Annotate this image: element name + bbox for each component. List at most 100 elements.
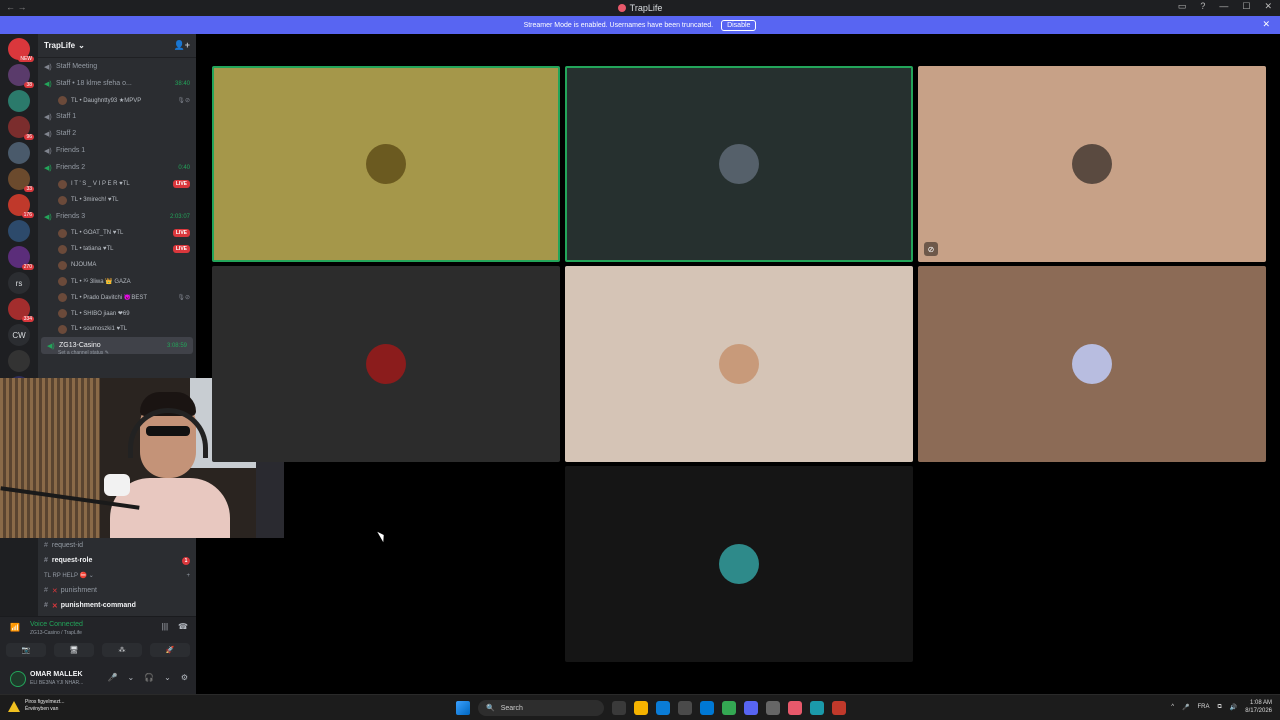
taskbar-app-icon[interactable]: [656, 701, 670, 715]
tray-mic-icon[interactable]: 🎤: [1182, 704, 1189, 711]
text-channel[interactable]: # request-id: [38, 538, 196, 553]
voice-channel[interactable]: ◀) Staff Meeting: [38, 58, 196, 75]
windows-start-icon[interactable]: [456, 701, 470, 715]
taskbar-search-box[interactable]: 🔍 Search: [478, 700, 604, 716]
voice-channel[interactable]: ◀) Staff 2: [38, 125, 196, 142]
voice-user[interactable]: TL • Daughntty93 ★MPVP 🎙⊘: [38, 92, 196, 108]
taskbar-app-icon[interactable]: [788, 701, 802, 715]
participant-tile[interactable]: [918, 266, 1266, 462]
participant-tile[interactable]: ⊘: [918, 66, 1266, 262]
server-icon[interactable]: CW: [8, 324, 30, 346]
maximize-button[interactable]: ☐: [1242, 1, 1250, 12]
voice-channel[interactable]: ◀) Friends 1: [38, 142, 196, 159]
close-window-button[interactable]: ✕: [1264, 1, 1272, 12]
mute-mic-icon[interactable]: 🎤: [107, 673, 117, 682]
server-name: TrapLife: [44, 41, 76, 50]
taskbar-app-icon[interactable]: [766, 701, 780, 715]
voice-user[interactable]: TL • ¹ᴳ 3liwa 👑 GAZA: [38, 273, 196, 289]
participant-tile[interactable]: [565, 266, 913, 462]
taskbar-app-icon[interactable]: [678, 701, 692, 715]
channel-status-hint[interactable]: Set a channel status ✎: [38, 350, 196, 359]
voice-user[interactable]: TL • Prado Davitchi 😈BEST 🎙⊘: [38, 289, 196, 305]
soundboard-button[interactable]: 🚀: [150, 643, 190, 657]
taskbar-app-icon[interactable]: [612, 701, 626, 715]
signal-icon[interactable]: 📶: [10, 623, 20, 632]
mic-options-chevron-icon[interactable]: ⌄: [127, 673, 134, 682]
invite-people-icon[interactable]: 👤+: [174, 40, 190, 51]
help-icon[interactable]: ?: [1200, 1, 1205, 12]
voice-channel[interactable]: ◀) Friends 2 0:40: [38, 159, 196, 176]
voice-user-name: TL • ¹ᴳ 3liwa 👑 GAZA: [71, 278, 131, 285]
tray-overflow-icon[interactable]: ^: [1171, 704, 1174, 710]
avatar: [58, 195, 67, 205]
voice-channel-path[interactable]: ZG13-Casino / TrapLife: [30, 630, 82, 636]
deafen-headphones-icon[interactable]: 🎧: [144, 673, 154, 682]
voice-channel[interactable]: ◀) Staff 1: [38, 108, 196, 125]
server-icon[interactable]: [8, 220, 30, 242]
minimize-button[interactable]: —: [1219, 1, 1228, 12]
server-icon[interactable]: 33: [8, 168, 34, 192]
voice-user[interactable]: TL • 3mirech! ♥TL: [38, 192, 196, 208]
text-channel[interactable]: # ✕ punishment: [38, 583, 196, 598]
taskbar-app-icon[interactable]: [832, 701, 846, 715]
taskbar-app-icon[interactable]: [634, 701, 648, 715]
channel-timer: 38:40: [174, 80, 190, 87]
server-icon[interactable]: 270: [8, 246, 34, 270]
server-icon[interactable]: [8, 90, 30, 112]
close-banner-icon[interactable]: ✕: [1262, 19, 1270, 30]
channel-label: punishment-command: [60, 602, 136, 609]
activities-button[interactable]: ⁂: [102, 643, 142, 657]
voice-status[interactable]: Voice Connected: [30, 621, 83, 628]
taskbar-app-icon[interactable]: [744, 701, 758, 715]
taskbar-app-icon[interactable]: [700, 701, 714, 715]
server-icon[interactable]: rs: [8, 272, 30, 294]
hash-icon: #: [44, 587, 48, 594]
disable-streamer-mode-button[interactable]: Disable: [721, 19, 757, 31]
inbox-icon[interactable]: ▭: [1178, 1, 1187, 12]
server-icon[interactable]: 176: [8, 194, 34, 218]
participant-tile[interactable]: [565, 466, 913, 662]
voice-user[interactable]: I T ' S _ V I P E R ♥TL LIVE: [38, 176, 196, 192]
taskbar-app-icon[interactable]: [722, 701, 736, 715]
add-channel-icon[interactable]: +: [186, 573, 190, 579]
participant-tile[interactable]: [212, 66, 560, 262]
voice-user[interactable]: TL • GOAT_TN ♥TL LIVE: [38, 225, 196, 241]
taskbar-clock[interactable]: 1:08 AM 8/17/2026: [1245, 699, 1272, 715]
user-name[interactable]: OMAR MALLEK: [30, 671, 83, 678]
tray-language[interactable]: FRA: [1198, 704, 1210, 710]
server-icon[interactable]: NEW: [8, 38, 34, 62]
participant-tile[interactable]: [212, 266, 560, 462]
participant-tile[interactable]: [565, 66, 913, 262]
camera-button[interactable]: 📷: [6, 643, 46, 657]
user-controls: 🎤 ⌄ 🎧 ⌄ ⚙: [107, 673, 188, 682]
voice-user[interactable]: NJOUMA: [38, 257, 196, 273]
voice-user[interactable]: TL • tatiana ♥TL LIVE: [38, 241, 196, 257]
audio-options-chevron-icon[interactable]: ⌄: [164, 673, 171, 682]
noise-suppression-icon[interactable]: |||: [162, 622, 168, 631]
weather-line-2: Érvényben van: [25, 706, 59, 712]
server-icon[interactable]: 96: [8, 116, 34, 140]
server-icon[interactable]: [8, 142, 30, 164]
server-icon[interactable]: [8, 350, 30, 372]
voice-user[interactable]: TL • soumoszki1 ♥TL: [38, 321, 196, 337]
settings-gear-icon[interactable]: ⚙: [181, 673, 188, 682]
server-icon[interactable]: 334: [8, 298, 34, 322]
channel-category[interactable]: TL RP HELP ⛔ ⌄ +: [38, 568, 196, 583]
voice-user[interactable]: TL • SHIBO jiaan ❤69: [38, 305, 196, 321]
avatar: [58, 324, 67, 334]
taskbar-app-icon[interactable]: [810, 701, 824, 715]
weather-widget[interactable]: Piros figyelmezt... Érvényben van: [8, 699, 64, 713]
server-icon[interactable]: 38: [8, 64, 34, 88]
text-channel[interactable]: # ✕ punishment-command: [38, 598, 196, 613]
tray-network-icon[interactable]: ⧉: [1218, 704, 1222, 711]
nav-arrows[interactable]: ← →: [6, 2, 27, 12]
disconnect-icon[interactable]: ☎: [178, 622, 188, 631]
server-header[interactable]: TrapLife ⌄ 👤+: [38, 34, 196, 58]
channel-timer: 2:03:07: [169, 213, 190, 220]
voice-channel[interactable]: ◀) Friends 3 2:03:07: [38, 208, 196, 225]
tray-volume-icon[interactable]: 🔊: [1230, 704, 1237, 711]
text-channel[interactable]: # request-role 1: [38, 553, 196, 568]
screen-share-button[interactable]: 🖥: [54, 643, 94, 657]
user-avatar[interactable]: [10, 671, 26, 687]
voice-channel[interactable]: ◀) Staff • 18 klme sfeha o... 38:40: [38, 75, 196, 92]
